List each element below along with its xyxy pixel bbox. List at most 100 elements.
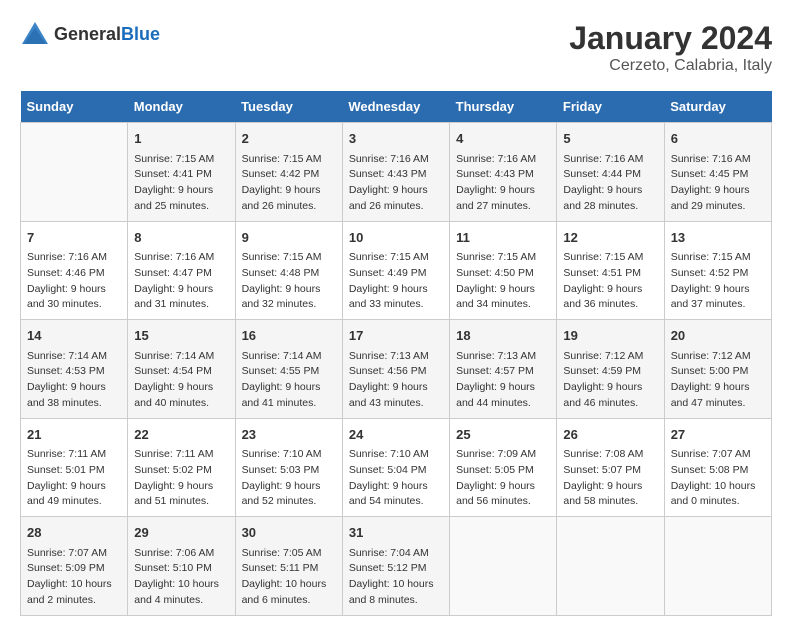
month-title: January 2024 — [569, 20, 772, 57]
weekday-header-monday: Monday — [128, 91, 235, 123]
day-info: Sunrise: 7:14 AMSunset: 4:55 PMDaylight:… — [242, 349, 336, 412]
calendar-cell: 5 Sunrise: 7:16 AMSunset: 4:44 PMDaylight… — [557, 123, 664, 222]
day-info: Sunrise: 7:06 AMSunset: 5:10 PMDaylight:… — [134, 546, 228, 609]
calendar-cell: 22Sunrise: 7:11 AMSunset: 5:02 PMDayligh… — [128, 418, 235, 517]
calendar-week-row: 21Sunrise: 7:11 AMSunset: 5:01 PMDayligh… — [21, 418, 772, 517]
day-info: Sunrise: 7:12 AMSunset: 5:00 PMDaylight:… — [671, 349, 765, 412]
calendar-cell: 19Sunrise: 7:12 AMSunset: 4:59 PMDayligh… — [557, 320, 664, 419]
day-number: 13 — [671, 228, 765, 248]
weekday-header-friday: Friday — [557, 91, 664, 123]
day-number: 12 — [563, 228, 657, 248]
day-info: Sunrise: 7:13 AMSunset: 4:56 PMDaylight:… — [349, 349, 443, 412]
calendar-cell: 26Sunrise: 7:08 AMSunset: 5:07 PMDayligh… — [557, 418, 664, 517]
calendar-cell — [450, 517, 557, 616]
day-info: Sunrise: 7:14 AMSunset: 4:54 PMDaylight:… — [134, 349, 228, 412]
calendar-cell: 2Sunrise: 7:15 AMSunset: 4:42 PMDaylight… — [235, 123, 342, 222]
day-number: 19 — [563, 326, 657, 346]
day-number: 23 — [242, 425, 336, 445]
calendar-cell: 6 Sunrise: 7:16 AMSunset: 4:45 PMDaylight… — [664, 123, 771, 222]
calendar-week-row: 1Sunrise: 7:15 AMSunset: 4:41 PMDaylight… — [21, 123, 772, 222]
day-info: Sunrise: 7:16 AMSunset: 4:44 PMDaylight:… — [563, 152, 657, 215]
day-number: 4 — [456, 129, 550, 149]
day-number: 16 — [242, 326, 336, 346]
day-info: Sunrise: 7:15 AMSunset: 4:50 PMDaylight:… — [456, 250, 550, 313]
day-info: Sunrise: 7:16 AMSunset: 4:45 PMDaylight:… — [671, 152, 765, 215]
day-number: 21 — [27, 425, 121, 445]
day-info: Sunrise: 7:15 AMSunset: 4:48 PMDaylight:… — [242, 250, 336, 313]
day-info: Sunrise: 7:10 AMSunset: 5:04 PMDaylight:… — [349, 447, 443, 510]
logo-icon — [20, 20, 50, 48]
day-number: 25 — [456, 425, 550, 445]
calendar-cell: 23Sunrise: 7:10 AMSunset: 5:03 PMDayligh… — [235, 418, 342, 517]
calendar-cell: 15 Sunrise: 7:14 AMSunset: 4:54 PMDayligh… — [128, 320, 235, 419]
day-info: Sunrise: 7:15 AMSunset: 4:42 PMDaylight:… — [242, 152, 336, 215]
day-number: 22 — [134, 425, 228, 445]
calendar-table: SundayMondayTuesdayWednesdayThursdayFrid… — [20, 91, 772, 616]
calendar-body: 1Sunrise: 7:15 AMSunset: 4:41 PMDaylight… — [21, 123, 772, 616]
day-number: 5 — [563, 129, 657, 149]
day-info: Sunrise: 7:16 AMSunset: 4:43 PMDaylight:… — [349, 152, 443, 215]
day-number: 17 — [349, 326, 443, 346]
calendar-cell: 3 Sunrise: 7:16 AMSunset: 4:43 PMDaylight… — [342, 123, 449, 222]
calendar-cell: 10Sunrise: 7:15 AMSunset: 4:49 PMDayligh… — [342, 221, 449, 320]
calendar-cell: 7Sunrise: 7:16 AMSunset: 4:46 PMDaylight… — [21, 221, 128, 320]
day-number: 11 — [456, 228, 550, 248]
day-number: 9 — [242, 228, 336, 248]
calendar-cell: 30 Sunrise: 7:05 AMSunset: 5:11 PMDayligh… — [235, 517, 342, 616]
calendar-cell — [664, 517, 771, 616]
day-info: Sunrise: 7:04 AMSunset: 5:12 PMDaylight:… — [349, 546, 443, 609]
calendar-cell — [557, 517, 664, 616]
logo-text-blue: Blue — [121, 24, 160, 44]
logo: GeneralBlue — [20, 20, 160, 48]
day-number: 26 — [563, 425, 657, 445]
day-number: 10 — [349, 228, 443, 248]
day-number: 18 — [456, 326, 550, 346]
calendar-cell: 16 Sunrise: 7:14 AMSunset: 4:55 PMDayligh… — [235, 320, 342, 419]
calendar-cell: 11Sunrise: 7:15 AMSunset: 4:50 PMDayligh… — [450, 221, 557, 320]
day-number: 27 — [671, 425, 765, 445]
calendar-cell: 8Sunrise: 7:16 AMSunset: 4:47 PMDaylight… — [128, 221, 235, 320]
calendar-cell: 4 Sunrise: 7:16 AMSunset: 4:43 PMDaylight… — [450, 123, 557, 222]
day-info: Sunrise: 7:13 AMSunset: 4:57 PMDaylight:… — [456, 349, 550, 412]
calendar-week-row: 28Sunrise: 7:07 AMSunset: 5:09 PMDayligh… — [21, 517, 772, 616]
day-number: 6 — [671, 129, 765, 149]
day-info: Sunrise: 7:10 AMSunset: 5:03 PMDaylight:… — [242, 447, 336, 510]
calendar-week-row: 14 Sunrise: 7:14 AMSunset: 4:53 PMDayligh… — [21, 320, 772, 419]
day-number: 7 — [27, 228, 121, 248]
calendar-cell: 17 Sunrise: 7:13 AMSunset: 4:56 PMDayligh… — [342, 320, 449, 419]
day-info: Sunrise: 7:07 AMSunset: 5:08 PMDaylight:… — [671, 447, 765, 510]
weekday-header-sunday: Sunday — [21, 91, 128, 123]
day-number: 3 — [349, 129, 443, 149]
calendar-cell: 14 Sunrise: 7:14 AMSunset: 4:53 PMDayligh… — [21, 320, 128, 419]
day-info: Sunrise: 7:16 AMSunset: 4:43 PMDaylight:… — [456, 152, 550, 215]
day-info: Sunrise: 7:09 AMSunset: 5:05 PMDaylight:… — [456, 447, 550, 510]
day-number: 15 — [134, 326, 228, 346]
calendar-cell: 24Sunrise: 7:10 AMSunset: 5:04 PMDayligh… — [342, 418, 449, 517]
day-number: 30 — [242, 523, 336, 543]
day-info: Sunrise: 7:15 AMSunset: 4:49 PMDaylight:… — [349, 250, 443, 313]
day-info: Sunrise: 7:15 AMSunset: 4:51 PMDaylight:… — [563, 250, 657, 313]
day-number: 20 — [671, 326, 765, 346]
calendar-cell — [21, 123, 128, 222]
day-info: Sunrise: 7:15 AMSunset: 4:41 PMDaylight:… — [134, 152, 228, 215]
day-info: Sunrise: 7:05 AMSunset: 5:11 PMDaylight:… — [242, 546, 336, 609]
title-area: January 2024 Cerzeto, Calabria, Italy — [569, 20, 772, 75]
day-info: Sunrise: 7:07 AMSunset: 5:09 PMDaylight:… — [27, 546, 121, 609]
day-info: Sunrise: 7:16 AMSunset: 4:47 PMDaylight:… — [134, 250, 228, 313]
calendar-cell: 29Sunrise: 7:06 AMSunset: 5:10 PMDayligh… — [128, 517, 235, 616]
page-header: GeneralBlue January 2024 Cerzeto, Calabr… — [20, 20, 772, 75]
calendar-cell: 12Sunrise: 7:15 AMSunset: 4:51 PMDayligh… — [557, 221, 664, 320]
calendar-cell: 9Sunrise: 7:15 AMSunset: 4:48 PMDaylight… — [235, 221, 342, 320]
location-title: Cerzeto, Calabria, Italy — [569, 57, 772, 75]
day-info: Sunrise: 7:14 AMSunset: 4:53 PMDaylight:… — [27, 349, 121, 412]
day-info: Sunrise: 7:16 AMSunset: 4:46 PMDaylight:… — [27, 250, 121, 313]
calendar-cell: 18 Sunrise: 7:13 AMSunset: 4:57 PMDayligh… — [450, 320, 557, 419]
calendar-cell: 21Sunrise: 7:11 AMSunset: 5:01 PMDayligh… — [21, 418, 128, 517]
calendar-cell: 25Sunrise: 7:09 AMSunset: 5:05 PMDayligh… — [450, 418, 557, 517]
calendar-week-row: 7Sunrise: 7:16 AMSunset: 4:46 PMDaylight… — [21, 221, 772, 320]
day-info: Sunrise: 7:15 AMSunset: 4:52 PMDaylight:… — [671, 250, 765, 313]
day-number: 14 — [27, 326, 121, 346]
day-number: 8 — [134, 228, 228, 248]
calendar-cell: 13Sunrise: 7:15 AMSunset: 4:52 PMDayligh… — [664, 221, 771, 320]
calendar-cell: 31Sunrise: 7:04 AMSunset: 5:12 PMDayligh… — [342, 517, 449, 616]
